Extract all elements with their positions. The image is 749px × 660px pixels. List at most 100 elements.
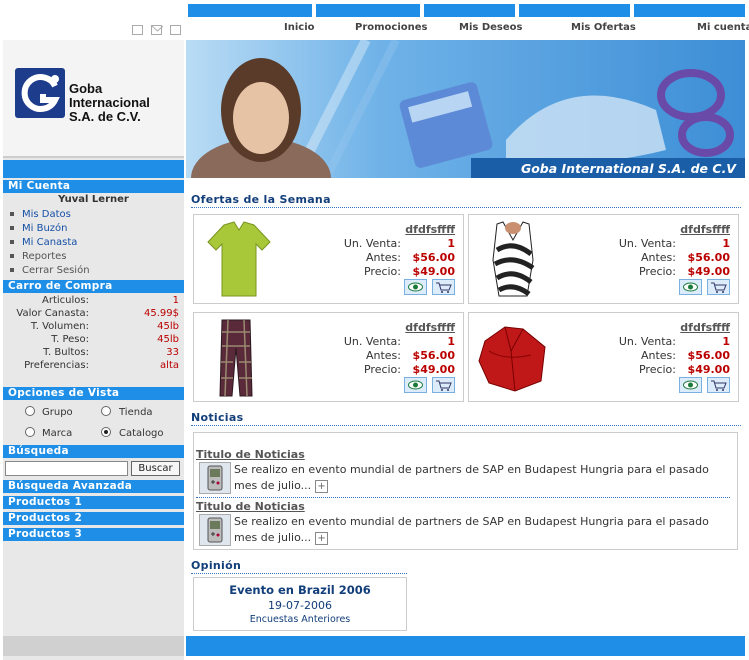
view-button[interactable] — [404, 377, 427, 393]
expand-news-button[interactable]: + — [315, 531, 329, 545]
busqueda-avanzada-link[interactable]: Búsqueda Avanzada — [3, 480, 184, 493]
carro-value: 33 — [166, 347, 179, 358]
logo-icon — [15, 68, 65, 118]
antes-value: $56.00 — [687, 251, 730, 264]
productos-2-link[interactable]: Productos 2 — [3, 512, 184, 525]
banner-caption: Goba International S.A. de C.V — [520, 161, 736, 176]
logo-text: Goba Internacional S.A. de C.V. — [69, 82, 150, 124]
productos-1-link[interactable]: Productos 1 — [3, 496, 184, 509]
logo-panel: Goba Internacional S.A. de C.V. — [3, 40, 184, 158]
noticias-title: Noticias — [191, 411, 244, 424]
nav-promociones[interactable]: Promociones — [355, 22, 428, 33]
product-name[interactable]: dfdfsffff — [405, 321, 455, 334]
ofertas-divider — [191, 207, 741, 208]
product-card: dfdfsffff Un. Venta: 1 Antes: $56.00 Pre… — [193, 214, 464, 304]
venta-value: 1 — [447, 237, 455, 250]
home-icon[interactable] — [170, 25, 181, 35]
venta-label: Un. Venta: — [618, 237, 676, 250]
news-body-line2: mes de julio... — [234, 479, 312, 492]
radio-grupo[interactable] — [25, 406, 35, 416]
carro-label: T. Volumen: — [30, 321, 89, 332]
eye-icon — [683, 282, 698, 292]
cart-icon — [436, 282, 452, 293]
carro-header: Carro de Compra — [3, 280, 184, 293]
precio-label: Precio: — [363, 363, 401, 376]
product-name[interactable]: dfdfsffff — [680, 223, 730, 236]
topnav-bar-3 — [424, 4, 515, 17]
search-input[interactable] — [5, 461, 128, 476]
product-name[interactable]: dfdfsffff — [680, 321, 730, 334]
user-name: Yuval Lerner — [58, 194, 129, 205]
cart-button[interactable] — [707, 377, 730, 393]
precio-value: $49.00 — [412, 363, 455, 376]
sidebar-mi-canasta[interactable]: Mi Canasta — [10, 237, 77, 248]
precio-value: $49.00 — [412, 265, 455, 278]
radio-tienda-label: Tienda — [119, 407, 153, 418]
striped-halter-top-image — [492, 221, 535, 297]
cart-icon — [711, 380, 727, 391]
noticias-divider — [191, 425, 741, 426]
antes-value: $56.00 — [412, 349, 455, 362]
logo-line-3: S.A. de C.V. — [69, 109, 141, 124]
venta-label: Un. Venta: — [343, 237, 401, 250]
antes-value: $56.00 — [412, 251, 455, 264]
eye-icon — [683, 380, 698, 390]
cart-button[interactable] — [707, 279, 730, 295]
encuestas-link[interactable]: Encuestas Anteriores — [193, 614, 407, 625]
product-card: dfdfsffff Un. Venta: 1 Antes: $56.00 Pre… — [468, 312, 739, 402]
carro-value: 45lb — [157, 334, 179, 345]
expand-news-button[interactable]: + — [315, 479, 329, 493]
sidebar-reportes[interactable]: Reportes — [10, 251, 67, 262]
venta-label: Un. Venta: — [618, 335, 676, 348]
topnav-bar-4 — [519, 4, 630, 17]
carro-label: Preferencias: — [24, 360, 89, 371]
news-title[interactable]: Titulo de Noticias — [196, 500, 305, 513]
sidebar-cerrar-sesion[interactable]: Cerrar Sesión — [10, 265, 90, 276]
cart-icon — [436, 380, 452, 391]
antes-label: Antes: — [640, 349, 676, 362]
ofertas-title: Ofertas de la Semana — [191, 193, 331, 206]
carro-value: alta — [160, 360, 179, 371]
view-button[interactable] — [679, 279, 702, 295]
topnav-bar-2 — [316, 4, 420, 17]
news-title[interactable]: Titulo de Noticias — [196, 448, 305, 461]
topnav-bar-1 — [188, 4, 312, 17]
opinion-divider — [191, 573, 407, 574]
radio-marca[interactable] — [25, 427, 35, 437]
venta-value: 1 — [722, 335, 730, 348]
radio-tienda[interactable] — [101, 406, 111, 416]
gameboy-icon — [207, 465, 223, 491]
banner: Goba International S.A. de C.V — [186, 40, 745, 178]
sidebar-mi-buzon[interactable]: Mi Buzón — [10, 223, 68, 234]
view-button[interactable] — [679, 377, 702, 393]
cart-button[interactable] — [432, 279, 455, 295]
product-name[interactable]: dfdfsffff — [405, 223, 455, 236]
nav-mis-ofertas[interactable]: Mis Ofertas — [571, 22, 636, 33]
news-separator — [196, 497, 730, 498]
carro-label: Valor Canasta: — [16, 308, 89, 319]
carro-value: 1 — [172, 295, 179, 306]
nav-mi-cuenta[interactable]: Mi cuenta — [697, 22, 749, 33]
radio-catalogo-label: Catalogo — [119, 428, 164, 439]
news-body-cont: mes de julio... + — [234, 478, 329, 494]
antes-label: Antes: — [640, 251, 676, 264]
productos-3-link[interactable]: Productos 3 — [3, 528, 184, 541]
precio-label: Precio: — [638, 363, 676, 376]
nav-inicio[interactable]: Inicio — [284, 22, 315, 33]
antes-value: $56.00 — [687, 349, 730, 362]
search-button[interactable]: Buscar — [131, 461, 180, 476]
nav-mis-deseos[interactable]: Mis Deseos — [459, 22, 522, 33]
radio-catalogo[interactable] — [101, 427, 111, 437]
sidebar-mis-datos[interactable]: Mis Datos — [10, 209, 71, 220]
window-icon[interactable] — [132, 25, 143, 35]
cart-button[interactable] — [432, 377, 455, 393]
carro-label: T. Peso: — [51, 334, 89, 345]
news-thumbnail — [199, 514, 231, 546]
news-thumbnail — [199, 462, 231, 494]
mail-icon[interactable] — [151, 25, 164, 35]
precio-label: Precio: — [363, 265, 401, 278]
view-button[interactable] — [404, 279, 427, 295]
logo-line-1: Goba — [69, 81, 103, 96]
radio-marca-label: Marca — [42, 428, 73, 439]
venta-label: Un. Venta: — [343, 335, 401, 348]
